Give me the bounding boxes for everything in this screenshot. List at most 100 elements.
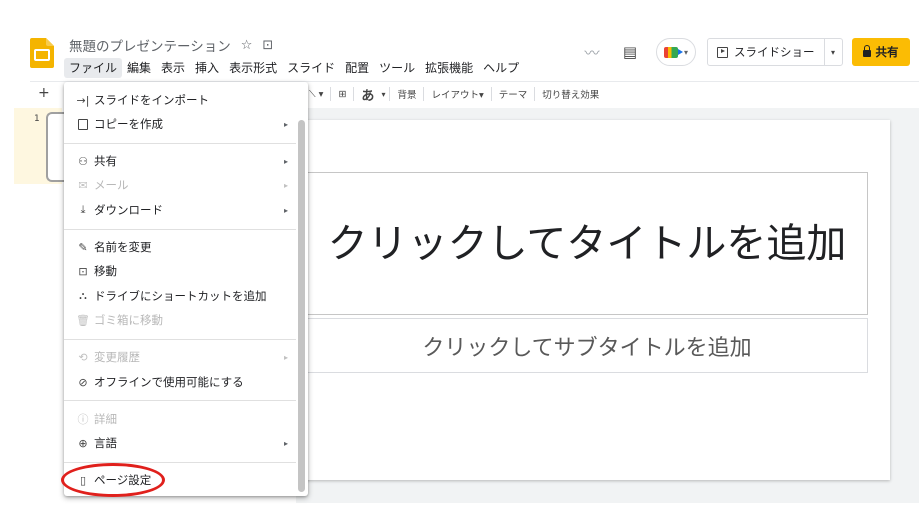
menu-item-move-to-trash: 🗑 ゴミ箱に移動 [64, 308, 296, 332]
doc-title-row: 無題のプレゼンテーション ☆ ⊡ [69, 35, 273, 56]
menu-item-details: ⓘ 詳細 [64, 407, 296, 431]
folder-icon[interactable]: ⊡ [262, 38, 273, 53]
slide-thumbnail[interactable] [46, 112, 66, 182]
meet-button[interactable]: ▾ [656, 38, 696, 66]
submenu-arrow-icon: ▸ [283, 119, 288, 129]
menu-item-email: ✉ メール ▸ [64, 173, 296, 197]
menu-file[interactable]: ファイル [64, 58, 123, 78]
slideshow-label: スライドショー [734, 45, 815, 59]
toolbar-divider [423, 87, 425, 101]
slideshow-dropdown[interactable]: ▾ [823, 39, 842, 65]
menu-item-label: スライドをインポート [94, 93, 209, 107]
menu-insert[interactable]: 挿入 [190, 58, 224, 78]
toolbar-divider [490, 87, 492, 101]
meet-camera-icon [663, 46, 683, 58]
menu-item-make-available-offline[interactable]: ⊘ オフラインで使用可能にする [64, 370, 296, 394]
transition-button[interactable]: 切り替え効果 [537, 87, 604, 101]
menu-item-label: 変更履歴 [94, 350, 140, 364]
file-menu: →| スライドをインポート コピーを作成 ▸ ⚇ 共有 ▸ ✉ メール ▸ ⤓ … [64, 82, 308, 496]
menu-scrollbar[interactable] [298, 120, 305, 492]
submenu-arrow-icon: ▸ [283, 438, 288, 448]
menu-item-import-slides[interactable]: →| スライドをインポート [64, 88, 296, 112]
chevron-down-icon: ▾ [683, 47, 688, 57]
toolbar-right: ⟍ ▾ ⊞ あ ▾ 背景 レイアウト▾ テーマ 切り替え効果 [304, 84, 604, 104]
title-placeholder[interactable]: クリックしてタイトルを追加 [306, 172, 868, 315]
layout-button[interactable]: レイアウト▾ [426, 87, 488, 101]
trash-icon: 🗑 [76, 313, 90, 327]
play-icon [717, 46, 728, 58]
slideshow-button[interactable]: スライドショー [708, 39, 824, 65]
menu-arrange[interactable]: 配置 [340, 58, 374, 78]
rename-icon: ✎ [78, 240, 88, 254]
menu-help[interactable]: ヘルプ [478, 58, 524, 78]
theme-button[interactable]: テーマ [494, 87, 533, 101]
activity-icon[interactable]: 〰 [580, 40, 604, 64]
import-icon: →| [76, 93, 90, 107]
submenu-arrow-icon: ▸ [283, 156, 288, 166]
lock-icon [862, 45, 871, 57]
menu-item-label: 名前を変更 [94, 240, 152, 254]
menu-item-download[interactable]: ⤓ ダウンロード ▸ [64, 198, 296, 222]
menu-item-label: オフラインで使用可能にする [94, 375, 244, 389]
menu-item-share[interactable]: ⚇ 共有 ▸ [64, 149, 296, 173]
menu-view[interactable]: 表示 [156, 58, 190, 78]
menu-item-label: 共有 [94, 154, 117, 168]
menu-item-rename[interactable]: ✎ 名前を変更 [64, 235, 296, 259]
menu-item-make-copy[interactable]: コピーを作成 ▸ [64, 112, 296, 136]
share-person-icon: ⚇ [78, 154, 88, 168]
share-label: 共有 [875, 45, 899, 59]
menu-slide[interactable]: スライド [282, 58, 340, 78]
menu-divider [64, 143, 296, 144]
menu-bar: ファイル 編集 表示 挿入 表示形式 スライド 配置 ツール 拡張機能 ヘルプ [64, 58, 524, 78]
info-icon: ⓘ [77, 413, 89, 426]
menu-item-label: ダウンロード [94, 203, 163, 217]
globe-icon: ⊕ [78, 436, 88, 450]
chevron-down-icon[interactable]: ▾ [379, 90, 387, 99]
comment-add-icon[interactable]: ⊞ [333, 89, 351, 100]
doc-title[interactable]: 無題のプレゼンテーション [69, 35, 231, 55]
copy-icon [74, 118, 92, 130]
download-icon: ⤓ [80, 203, 86, 216]
menu-item-label: 詳細 [94, 412, 117, 426]
submenu-arrow-icon: ▸ [283, 180, 288, 190]
submenu-arrow-icon: ▸ [283, 205, 288, 215]
slides-logo-icon[interactable] [30, 38, 54, 68]
slide-number: 1 [34, 114, 40, 124]
menu-format[interactable]: 表示形式 [224, 58, 282, 78]
mail-icon: ✉ [78, 178, 88, 192]
offline-icon: ⊘ [78, 375, 88, 389]
slide-canvas[interactable]: クリックしてタイトルを追加 クリックしてサブタイトルを追加 [302, 120, 890, 480]
menu-item-move[interactable]: ⊡ 移動 [64, 259, 296, 283]
menu-item-language[interactable]: ⊕ 言語 ▸ [64, 431, 296, 455]
menu-item-label: 言語 [94, 436, 117, 450]
highlight-ring-annotation [61, 463, 165, 497]
subtitle-placeholder[interactable]: クリックしてサブタイトルを追加 [306, 318, 868, 373]
share-button[interactable]: 共有 [851, 38, 910, 66]
history-icon: ⟲ [78, 350, 88, 364]
star-icon[interactable]: ☆ [241, 38, 253, 53]
drive-shortcut-icon: ⛬ [79, 289, 87, 302]
menu-divider [64, 229, 296, 230]
toolbar-divider [353, 87, 355, 101]
toolbar-divider [389, 87, 391, 101]
toolbar-divider [534, 87, 536, 101]
menu-extensions[interactable]: 拡張機能 [420, 58, 478, 78]
slideshow-button-group: スライドショー ▾ [707, 38, 843, 66]
input-tools-button[interactable]: あ [356, 85, 379, 104]
menu-item-label: ゴミ箱に移動 [94, 313, 163, 327]
menu-divider [64, 339, 296, 340]
menu-edit[interactable]: 編集 [122, 58, 156, 78]
new-slide-button[interactable]: + [38, 85, 50, 101]
header-actions: 〰 ▤ ▾ スライドショー ▾ 共有 [580, 38, 910, 66]
menu-item-add-drive-shortcut[interactable]: ⛬ ドライブにショートカットを追加 [64, 284, 296, 308]
background-button[interactable]: 背景 [392, 87, 421, 101]
move-icon: ⊡ [78, 264, 88, 278]
submenu-arrow-icon: ▸ [283, 352, 288, 362]
menu-item-label: メール [94, 178, 129, 192]
menu-item-version-history: ⟲ 変更履歴 ▸ [64, 345, 296, 369]
comment-icon[interactable]: ▤ [618, 40, 642, 64]
menu-tools[interactable]: ツール [374, 58, 420, 78]
menu-item-label: ドライブにショートカットを追加 [94, 289, 267, 303]
menu-item-label: コピーを作成 [94, 117, 163, 131]
menu-item-label: 移動 [94, 264, 117, 278]
